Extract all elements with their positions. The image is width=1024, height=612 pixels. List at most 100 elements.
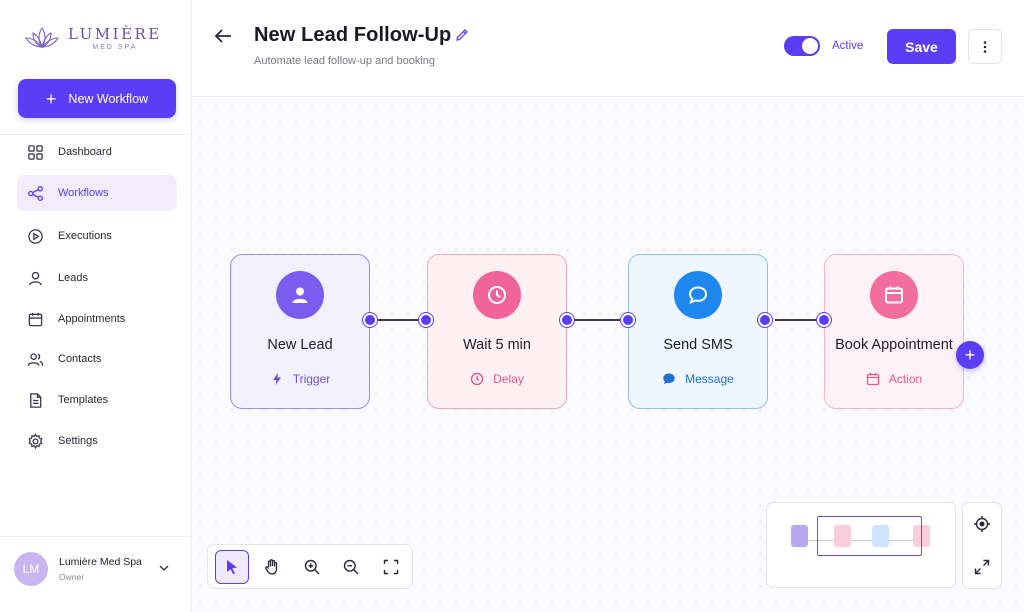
new-workflow-button[interactable]: + New Workflow	[18, 79, 176, 118]
account-menu[interactable]: LM Lumière Med Spa Owner	[14, 549, 179, 589]
fit-screen-icon	[383, 559, 399, 575]
sidebar-item-executions[interactable]: Executions	[17, 218, 177, 254]
minimap-viewport[interactable]	[817, 516, 922, 556]
sidebar-item-label: Contacts	[58, 353, 102, 365]
brand-logo[interactable]: LUMIÈRE MED SPA	[24, 24, 162, 52]
page-subtitle: Automate lead follow-up and booking	[254, 55, 436, 67]
node-label: New Lead	[267, 337, 333, 353]
input-port[interactable]	[621, 313, 635, 327]
sidebar-item-appointments[interactable]: Appointments	[17, 301, 177, 337]
edit-pencil-icon[interactable]	[454, 27, 470, 43]
node-type-label: Trigger	[292, 372, 331, 386]
select-tool-button[interactable]	[215, 550, 249, 584]
hand-pan-icon	[265, 559, 278, 575]
node-icon-circle	[870, 271, 918, 319]
workflow-header: New Lead Follow-Up Automate lead follow-…	[192, 0, 1024, 97]
workflow-node-book-appointment[interactable]: Book Appointment Action	[824, 254, 964, 409]
account-role: Owner	[59, 572, 85, 582]
sidebar-item-label: Dashboard	[58, 146, 112, 158]
input-port[interactable]	[817, 313, 831, 327]
sidebar-item-leads[interactable]: Leads	[17, 260, 177, 296]
play-circle-icon	[27, 228, 44, 245]
minimap-node	[791, 525, 808, 547]
sidebar-item-workflows[interactable]: Workflows	[17, 175, 177, 211]
calendar-icon	[885, 286, 903, 304]
sidebar-item-label: Workflows	[58, 187, 109, 199]
edge-connector	[574, 319, 626, 321]
select-pointer-icon	[227, 560, 237, 575]
grid-icon	[27, 144, 44, 161]
edge-connector	[775, 319, 822, 321]
pan-tool-button[interactable]	[255, 550, 289, 584]
input-port[interactable]	[419, 313, 433, 327]
workflow-node-wait[interactable]: Wait 5 min Delay	[427, 254, 567, 409]
gear-icon	[27, 432, 44, 450]
sidebar-item-contacts[interactable]: Contacts	[17, 341, 177, 377]
zoom-in-button[interactable]	[295, 550, 329, 584]
sidebar-item-dashboard[interactable]: Dashboard	[17, 134, 177, 170]
sidebar-item-label: Leads	[58, 272, 88, 284]
clock-icon	[488, 286, 506, 304]
user-icon	[27, 270, 44, 287]
brand-tagline: MED SPA	[92, 43, 138, 51]
brand-name: LUMIÈRE	[68, 24, 162, 43]
sidebar-item-label: Templates	[58, 394, 109, 406]
recenter-button[interactable]	[962, 502, 1002, 546]
avatar: LM	[14, 552, 48, 586]
user-divider	[0, 536, 191, 537]
node-label: Book Appointment	[835, 337, 953, 353]
sidebar: LUMIÈRE MED SPA + New Workflow Dashboard…	[0, 0, 192, 612]
account-name: Lumière Med Spa	[59, 556, 142, 568]
workflow-canvas[interactable]: New Lead Trigger Wait 5 min Delay Send S…	[192, 98, 1024, 612]
node-type: Delay	[428, 372, 566, 386]
more-options-button[interactable]	[968, 29, 1002, 64]
plus-icon: +	[45, 88, 57, 109]
more-vertical-icon	[983, 40, 987, 53]
node-icon-circle	[473, 271, 521, 319]
node-type: Trigger	[231, 372, 369, 386]
chevron-down-icon	[159, 565, 169, 572]
calendar-icon	[866, 373, 879, 386]
document-icon	[27, 392, 44, 409]
clock-icon	[470, 372, 484, 386]
node-type: Message	[629, 372, 767, 386]
chat-bubble-icon	[663, 373, 675, 384]
expand-icon	[974, 559, 990, 574]
expand-button[interactable]	[962, 545, 1002, 589]
node-label: Send SMS	[663, 337, 733, 353]
workflow-node-send-sms[interactable]: Send SMS Message	[628, 254, 768, 409]
workflow-node-new-lead[interactable]: New Lead Trigger	[230, 254, 370, 409]
output-port[interactable]	[560, 313, 574, 327]
sidebar-item-label: Settings	[58, 435, 98, 447]
lightning-icon	[272, 373, 281, 385]
sidebar-item-templates[interactable]: Templates	[17, 382, 177, 418]
edge-connector	[377, 319, 425, 321]
sidebar-item-label: Appointments	[58, 313, 126, 325]
zoom-out-icon	[343, 559, 359, 575]
calendar-icon	[27, 311, 44, 328]
add-node-button[interactable]: +	[956, 341, 984, 369]
sidebar-item-settings[interactable]: Settings	[17, 423, 177, 459]
chat-bubble-icon	[688, 286, 708, 304]
plus-icon: +	[964, 344, 976, 365]
zoom-in-icon	[304, 559, 320, 575]
node-icon-circle	[674, 271, 722, 319]
lotus-logo-icon	[25, 27, 59, 48]
active-toggle[interactable]	[784, 36, 820, 56]
output-port[interactable]	[758, 313, 772, 327]
node-label: Wait 5 min	[463, 337, 531, 353]
node-type-label: Message	[685, 372, 734, 386]
node-type-label: Delay	[493, 372, 524, 386]
save-button[interactable]: Save	[887, 29, 956, 64]
page-title: New Lead Follow-Up	[254, 24, 452, 46]
canvas-toolbar	[207, 544, 413, 589]
fit-screen-button[interactable]	[374, 550, 408, 584]
node-type: Action	[825, 372, 963, 386]
zoom-out-button[interactable]	[334, 550, 368, 584]
share-nodes-icon	[27, 185, 44, 202]
minimap[interactable]	[766, 502, 956, 588]
node-type-label: Action	[888, 372, 923, 386]
back-arrow-icon[interactable]	[212, 25, 234, 47]
output-port[interactable]	[363, 313, 377, 327]
active-toggle-label: Active	[832, 40, 864, 52]
